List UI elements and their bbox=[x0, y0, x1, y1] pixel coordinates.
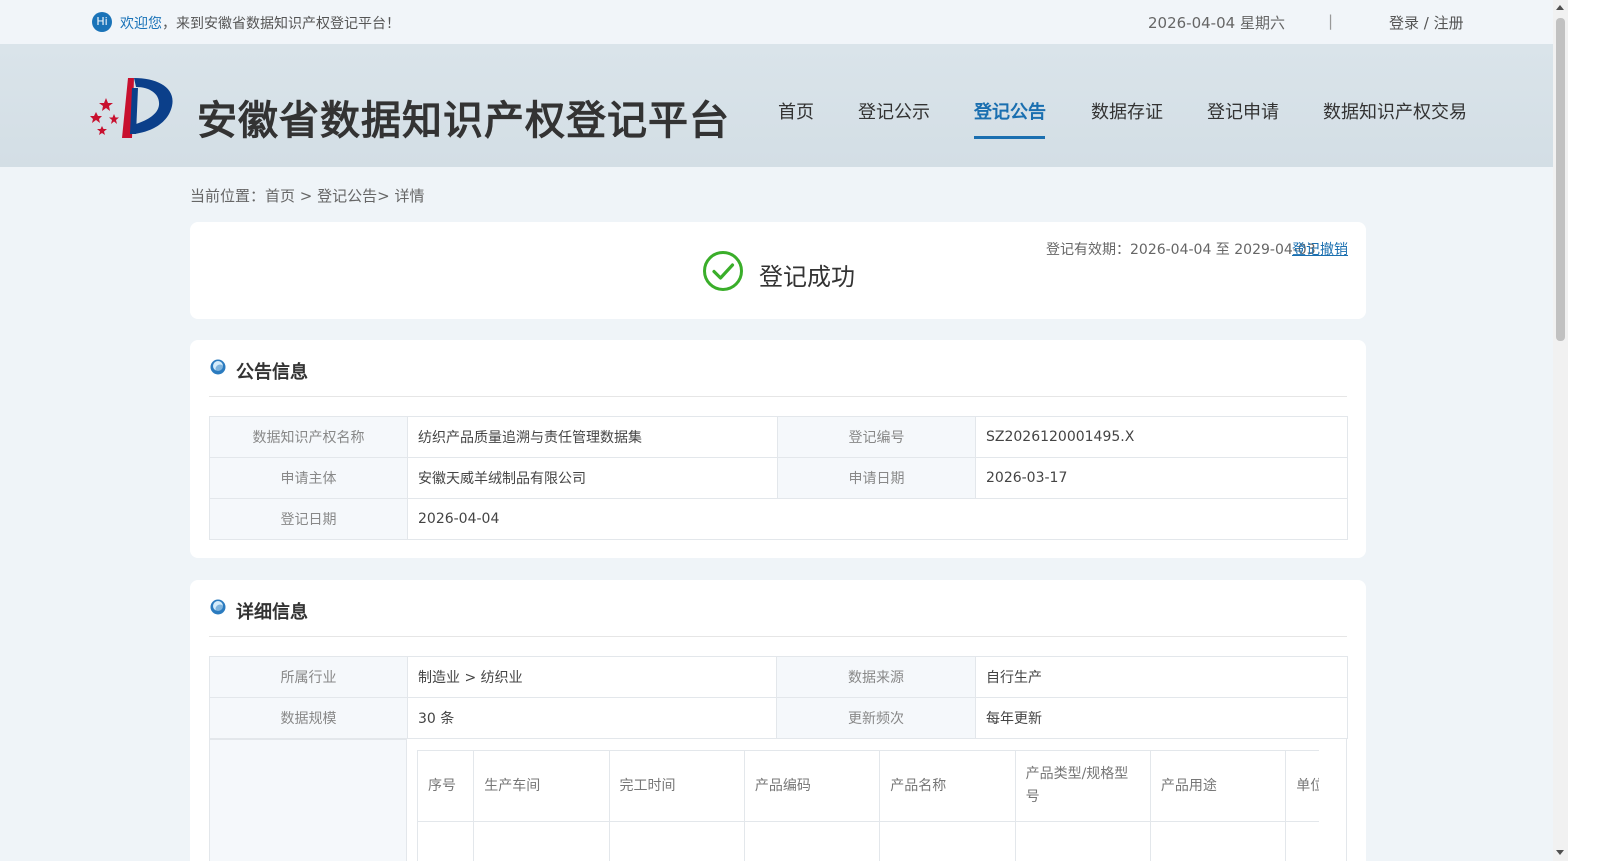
field-value: 2026-04-04 bbox=[407, 498, 1348, 540]
site-logo-icon bbox=[90, 78, 173, 138]
announcement-table: 数据知识产权名称 纺织产品质量追溯与责任管理数据集 登记编号 SZ2026120… bbox=[209, 416, 1348, 540]
field-value: 自行生产 bbox=[975, 656, 1348, 698]
table-cell bbox=[1014, 821, 1151, 861]
column-header: 产品类型/规格型号 bbox=[1014, 750, 1151, 822]
table-cell bbox=[1285, 821, 1319, 861]
table-cell bbox=[417, 821, 475, 861]
field-value: 制造业 > 纺织业 bbox=[407, 656, 777, 698]
sample-data-table: 序号 生产车间 完工时间 产品编码 产品名称 产品类型/规格型号 产品用途 单位… bbox=[417, 750, 1319, 861]
table-row: 数据规模 30 条 更新频次 每年更新 bbox=[209, 697, 1348, 739]
column-header: 生产车间 bbox=[473, 750, 610, 822]
field-value: SZ2026120001495.X bbox=[975, 416, 1348, 458]
field-label: 申请主体 bbox=[209, 457, 408, 499]
field-value: 每年更新 bbox=[975, 697, 1348, 739]
table-row: 所属行业 制造业 > 纺织业 数据来源 自行生产 bbox=[209, 656, 1348, 698]
sample-data-label-cell bbox=[209, 739, 407, 861]
column-header: 产品编码 bbox=[743, 750, 881, 822]
field-value: 安徽天威羊绒制品有限公司 bbox=[407, 457, 778, 499]
site-header: 安徽省数据知识产权登记平台 首页 登记公示 登记公告 数据存证 登记申请 数据知… bbox=[0, 44, 1553, 167]
section-title: 公告信息 bbox=[236, 362, 308, 383]
field-value: 纺织产品质量追溯与责任管理数据集 bbox=[407, 416, 778, 458]
table-cell bbox=[473, 821, 610, 861]
scrollbar-thumb[interactable] bbox=[1556, 18, 1565, 341]
field-label: 登记日期 bbox=[209, 498, 408, 540]
nav-ip-trading[interactable]: 数据知识产权交易 bbox=[1323, 98, 1467, 124]
field-label: 所属行业 bbox=[209, 656, 408, 698]
scroll-up-arrow-icon[interactable] bbox=[1556, 5, 1564, 10]
hi-badge-icon: Hi bbox=[92, 12, 112, 32]
column-header: 单位 bbox=[1285, 750, 1319, 822]
nav-registration-publicity[interactable]: 登记公示 bbox=[858, 98, 930, 124]
section-divider bbox=[209, 636, 1347, 637]
welcome-text: 欢迎您，来到安徽省数据知识产权登记平台！ bbox=[120, 13, 400, 33]
table-border bbox=[1346, 739, 1347, 861]
current-date: 2026-04-04 星期六 bbox=[1148, 14, 1285, 32]
field-label: 申请日期 bbox=[777, 457, 976, 499]
column-header: 序号 bbox=[417, 750, 475, 822]
top-bar: Hi 欢迎您，来到安徽省数据知识产权登记平台！ 2026-04-04 星期六 |… bbox=[0, 0, 1553, 44]
check-circle-icon bbox=[703, 251, 743, 291]
nav-registration-application[interactable]: 登记申请 bbox=[1207, 98, 1279, 124]
revoke-registration-link[interactable]: 登记撤销 bbox=[1292, 239, 1348, 259]
login-register-link[interactable]: 登录 / 注册 bbox=[1389, 12, 1464, 33]
validity-period: 登记有效期：2026-04-04 至 2029-04-03 bbox=[1046, 242, 1316, 258]
window-edge bbox=[1568, 0, 1600, 861]
field-label: 更新频次 bbox=[776, 697, 976, 739]
column-header: 产品用途 bbox=[1149, 750, 1287, 822]
sample-data-scroll-area[interactable]: 序号 生产车间 完工时间 产品编码 产品名称 产品类型/规格型号 产品用途 单位… bbox=[417, 750, 1319, 861]
section-bullet-icon bbox=[210, 359, 226, 375]
status-card: 登记成功 登记有效期：2026-04-04 至 2029-04-03 登记撤销 bbox=[190, 222, 1366, 319]
table-cell bbox=[879, 821, 1016, 861]
nav-data-certification[interactable]: 数据存证 bbox=[1091, 98, 1163, 124]
field-value: 2026-03-17 bbox=[975, 457, 1348, 499]
section-divider bbox=[209, 396, 1347, 397]
table-cell bbox=[743, 821, 881, 861]
field-label: 登记编号 bbox=[777, 416, 976, 458]
topbar-divider: | bbox=[1328, 12, 1334, 30]
welcome-suffix: ，来到安徽省数据知识产权登记平台！ bbox=[162, 16, 400, 32]
table-cell bbox=[1149, 821, 1287, 861]
field-label: 数据来源 bbox=[776, 656, 976, 698]
scroll-down-arrow-icon[interactable] bbox=[1556, 850, 1564, 855]
nav-home[interactable]: 首页 bbox=[778, 98, 814, 124]
breadcrumb: 当前位置：首页 > 登记公告> 详情 bbox=[190, 187, 425, 205]
page-scrollbar[interactable] bbox=[1553, 0, 1568, 861]
section-title: 详细信息 bbox=[236, 602, 308, 623]
table-row: 申请主体 安徽天威羊绒制品有限公司 申请日期 2026-03-17 bbox=[209, 457, 1348, 499]
table-row: 登记日期 2026-04-04 bbox=[209, 498, 1348, 540]
nav-registration-announcement[interactable]: 登记公告 bbox=[974, 98, 1046, 124]
site-title: 安徽省数据知识产权登记平台 bbox=[197, 98, 730, 144]
table-header-row: 序号 生产车间 完工时间 产品编码 产品名称 产品类型/规格型号 产品用途 单位… bbox=[417, 750, 1319, 822]
field-label: 数据知识产权名称 bbox=[209, 416, 408, 458]
nav-active-indicator bbox=[974, 136, 1045, 139]
announcement-info-card: 公告信息 数据知识产权名称 纺织产品质量追溯与责任管理数据集 登记编号 SZ20… bbox=[190, 340, 1366, 558]
column-header: 产品名称 bbox=[879, 750, 1016, 822]
column-header: 完工时间 bbox=[608, 750, 745, 822]
detail-info-card: 详细信息 所属行业 制造业 > 纺织业 数据来源 自行生产 数据规模 30 条 … bbox=[190, 580, 1366, 861]
field-value: 30 条 bbox=[407, 697, 777, 739]
detail-table: 所属行业 制造业 > 纺织业 数据来源 自行生产 数据规模 30 条 更新频次 … bbox=[209, 656, 1348, 739]
table-row bbox=[417, 821, 1319, 861]
table-row: 数据知识产权名称 纺织产品质量追溯与责任管理数据集 登记编号 SZ2026120… bbox=[209, 416, 1348, 458]
field-label: 数据规模 bbox=[209, 697, 408, 739]
section-bullet-icon bbox=[210, 599, 226, 615]
status-text: 登记成功 bbox=[759, 263, 855, 291]
table-cell bbox=[608, 821, 745, 861]
welcome-prefix: 欢迎您 bbox=[120, 16, 162, 32]
